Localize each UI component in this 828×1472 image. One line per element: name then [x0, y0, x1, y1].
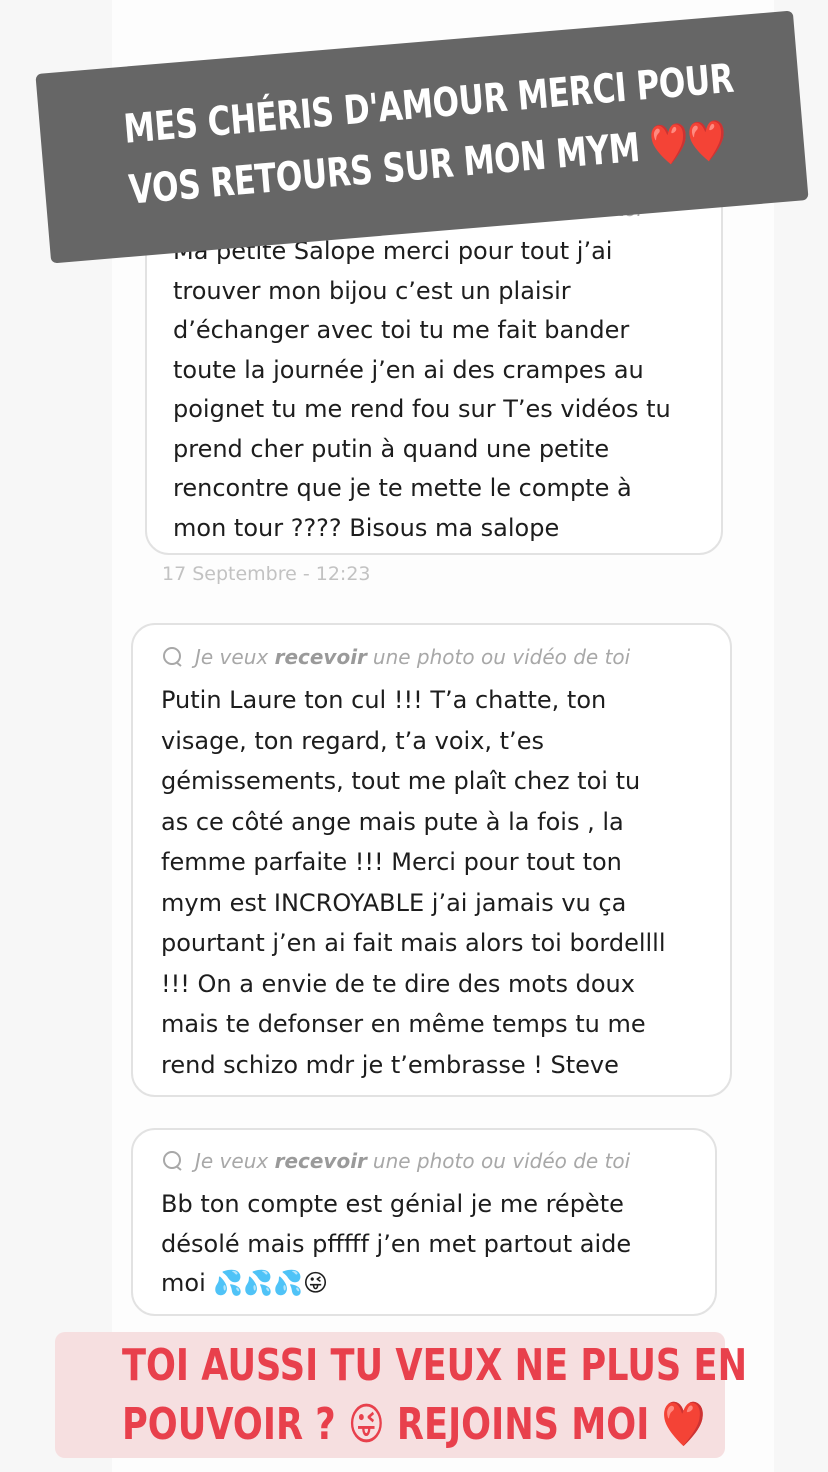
message-line: gémissements, tout me plaît chez toi tu	[161, 767, 641, 795]
speech-bubble-icon	[161, 646, 183, 668]
request-label: Je veux recevoirune photo ou vidéo de to…	[161, 645, 630, 669]
message-line: Bb ton compte est génial je me répète	[161, 1190, 624, 1218]
message-line: !!! On a envie de te dire des mots doux	[161, 969, 635, 998]
caption-line: POUVOIR ? 😜 REJOINS MOI ❤️	[122, 1399, 706, 1450]
message-line: visage, ton regard, t’a voix, t’es	[161, 726, 544, 755]
message-line: poignet tu me rend fou sur T’es vidéos t…	[173, 395, 671, 423]
message-line: prend cher putin à quand une petite	[173, 434, 610, 463]
message-line: trouver mon bijou c’est un plaisir	[173, 276, 571, 305]
message-line: d’échanger avec toi tu me fait bander	[173, 316, 630, 344]
message-line: Putin Laure ton cul !!! T’a chatte, ton	[161, 686, 607, 714]
request-prefix: Je veux	[195, 645, 269, 669]
message-timestamp: 17 Septembre - 12:23	[162, 563, 371, 585]
request-label: Je veux recevoirune photo ou vidéo de to…	[161, 1149, 630, 1173]
request-suffix: une photo ou vidéo de toi	[372, 1149, 631, 1173]
message-line: mon tour ???? Bisous ma salope	[173, 513, 560, 542]
request-prefix: Je veux	[195, 1149, 269, 1173]
message-text: Putin Laure ton cul !!! T’a chatte, ton …	[161, 680, 666, 1085]
message-line: as ce côté ange mais pute à la fois , la	[161, 807, 624, 836]
message-line: désolé mais pfffff j’en met partout aide	[161, 1229, 632, 1258]
speech-bubble-icon	[161, 1150, 183, 1172]
request-keyword: recevoir	[274, 1149, 367, 1173]
request-keyword: recevoir	[274, 645, 367, 669]
message-line: mym est INCROYABLE j’ai jamais vu ça	[161, 888, 627, 917]
message-line: rencontre que je te mette le compte à	[173, 474, 632, 502]
message-line: rend schizo mdr je t’embrasse ! Steve	[161, 1050, 619, 1079]
caption-line: TOI AUSSI TU VEUX NE PLUS EN	[122, 1340, 748, 1391]
request-suffix: une photo ou vidéo de toi	[372, 645, 631, 669]
message-line: mais te defonser en même temps tu me	[161, 1010, 646, 1038]
message-line: toute la journée j’en ai des crampes au	[173, 355, 644, 384]
message-line: pourtant j’en ai fait mais alors toi bor…	[161, 929, 666, 957]
message-text: Bb ton compte est génial je me répète dé…	[161, 1185, 631, 1304]
caption-banner-bottom: TOI AUSSI TU VEUX NE PLUS EN POUVOIR ? 😜…	[55, 1332, 748, 1458]
message-line: femme parfaite !!! Merci pour tout ton	[161, 848, 622, 876]
message-text: Ma petite Salope merci pour tout j’ai tr…	[173, 232, 671, 548]
message-line: moi 💦💦💦😜	[161, 1269, 329, 1297]
